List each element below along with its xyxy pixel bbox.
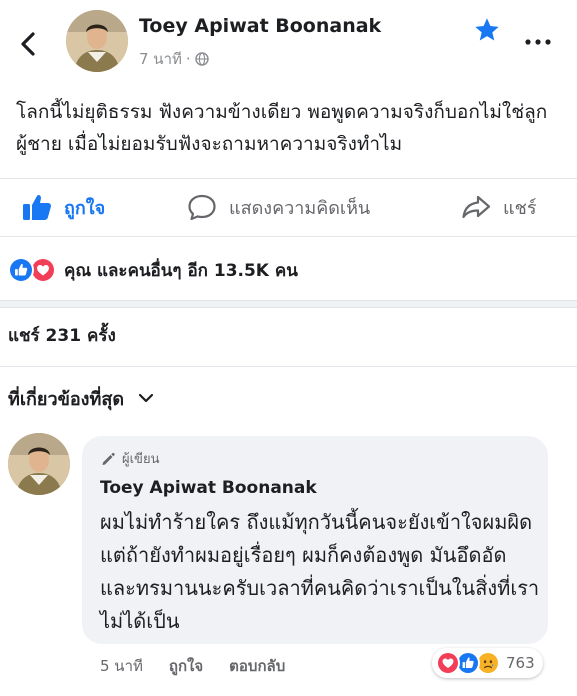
commenter-avatar[interactable]: [8, 433, 70, 495]
comment-button[interactable]: แสดงความคิดเห็น: [187, 181, 370, 233]
post-author-name[interactable]: Toey Apiwat Boonanak: [139, 15, 381, 37]
post-meta: 7 นาที ·: [139, 47, 209, 71]
post-time[interactable]: 7 นาที: [139, 47, 182, 71]
share-label: แชร์: [503, 197, 537, 219]
comment-reaction-count: 763: [506, 654, 535, 672]
person-photo-icon: [66, 10, 128, 72]
comment-label: แสดงความคิดเห็น: [229, 197, 371, 219]
post-action-bar: ถูกใจ แสดงความคิดเห็น แชร์: [0, 181, 577, 233]
comment-bubble[interactable]: ผู้เขียน Toey Apiwat Boonanak ผมไม่ทำร้า…: [82, 436, 548, 644]
post-header: Toey Apiwat Boonanak 7 นาที ·: [0, 0, 577, 86]
back-button[interactable]: [14, 26, 42, 62]
reactions-summary-text: คุณ และคนอื่นๆ อีก 13.5K คน: [64, 260, 298, 281]
chevron-left-icon: [21, 32, 35, 56]
section-separator: [0, 300, 577, 308]
shares-count[interactable]: แชร์ 231 ครั้ง: [8, 322, 116, 349]
share-arrow-icon: [462, 195, 491, 219]
like-label: ถูกใจ: [64, 197, 106, 219]
chevron-down-icon: [138, 393, 154, 403]
comment-bubble-icon: [188, 194, 216, 221]
divider: [0, 236, 577, 237]
pencil-icon: [102, 452, 115, 465]
like-button[interactable]: ถูกใจ: [22, 181, 105, 233]
globe-icon: [194, 52, 209, 66]
author-badge-label: ผู้เขียน: [122, 452, 160, 467]
like-reaction-icon: [8, 257, 34, 283]
share-button[interactable]: แชร์: [461, 181, 537, 233]
more-options-button[interactable]: [523, 34, 553, 48]
author-badge: ผู้เขียน: [100, 448, 159, 469]
comment-footer: 5 นาที ถูกใจ ตอบกลับ: [100, 654, 311, 678]
post-body-text: โลกนี้ไม่ยุติธรรม ฟังความข้างเดียว พอพูด…: [16, 101, 548, 155]
comment-author-name[interactable]: Toey Apiwat Boonanak: [100, 478, 317, 498]
comments-sort-label: ที่เกี่ยวข้องที่สุด: [8, 388, 125, 410]
comment-reaction-icons: [436, 651, 502, 675]
thumbs-up-icon: [23, 194, 52, 220]
comment-reactions[interactable]: 763: [432, 648, 543, 678]
comment-time[interactable]: 5 นาที: [100, 654, 143, 678]
divider: [0, 366, 577, 367]
comment-reply-button[interactable]: ตอบกลับ: [229, 654, 285, 678]
author-avatar[interactable]: [66, 10, 128, 72]
favorite-button[interactable]: [473, 16, 501, 44]
person-photo-icon: [8, 433, 70, 495]
divider: [0, 178, 577, 179]
more-dots-icon: [525, 39, 551, 45]
comment-text: ผมไม่ทำร้ายใคร ถึงแม้ทุกวันนี้คนจะยังเข้…: [100, 510, 540, 633]
reactions-summary[interactable]: คุณ และคนอื่นๆ อีก 13.5K คน: [8, 256, 298, 284]
comments-sort-dropdown[interactable]: ที่เกี่ยวข้องที่สุด: [8, 383, 154, 413]
reaction-icons: [8, 257, 58, 283]
love-icon: [436, 651, 460, 675]
comment-like-button[interactable]: ถูกใจ: [169, 654, 203, 678]
star-icon: [475, 18, 499, 41]
meta-separator: ·: [185, 50, 191, 68]
